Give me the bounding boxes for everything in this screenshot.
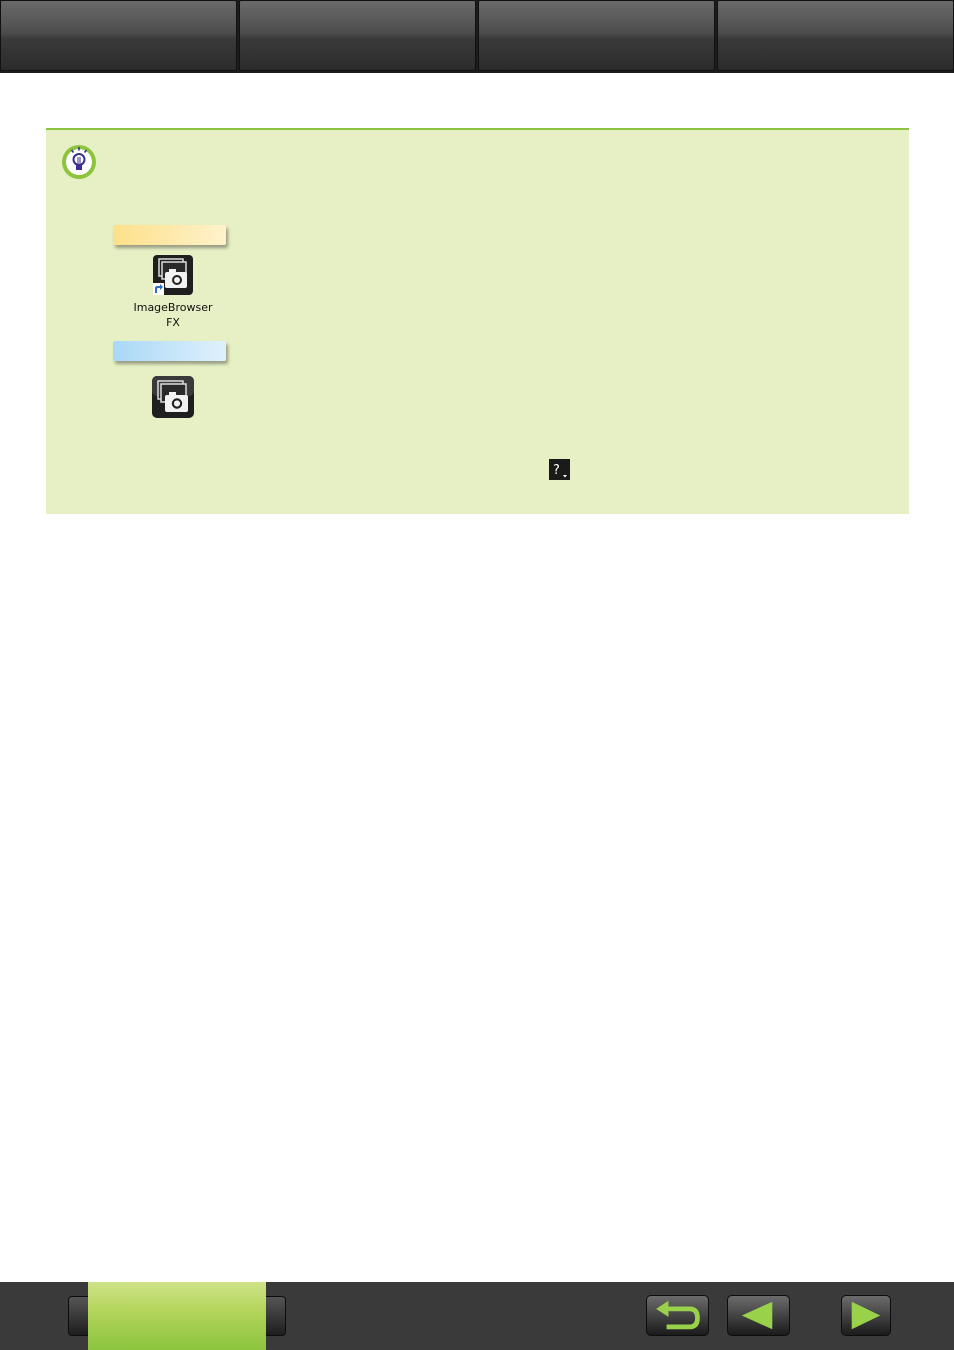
windows-platform-bar [113, 225, 226, 245]
return-arrow-icon [656, 1300, 700, 1330]
top-nav-tab-2[interactable] [239, 0, 476, 71]
imagebrowser-dock-icon[interactable] [151, 375, 195, 419]
home-button-highlight[interactable] [88, 1282, 266, 1350]
lightbulb-icon [62, 145, 96, 179]
mac-platform-bar [113, 341, 226, 361]
help-icon: ? [549, 459, 570, 480]
shortcut-label-line1: ImageBrowser [133, 301, 213, 314]
hint-panel: ImageBrowser FX ? [46, 128, 909, 514]
top-nav [0, 0, 954, 73]
triangle-right-icon [851, 1301, 881, 1330]
next-page-button[interactable] [841, 1295, 891, 1336]
triangle-left-icon [741, 1301, 773, 1330]
imagebrowser-shortcut-icon[interactable] [152, 254, 194, 296]
help-icon-glyph: ? [553, 463, 560, 478]
bottom-bar [0, 1282, 954, 1350]
previous-page-button[interactable] [727, 1295, 790, 1336]
top-nav-tab-3[interactable] [478, 0, 715, 71]
top-nav-tab-4[interactable] [717, 0, 954, 71]
back-button[interactable] [646, 1295, 709, 1336]
top-nav-tab-1[interactable] [0, 0, 237, 71]
shortcut-label-line2: FX [166, 316, 180, 329]
